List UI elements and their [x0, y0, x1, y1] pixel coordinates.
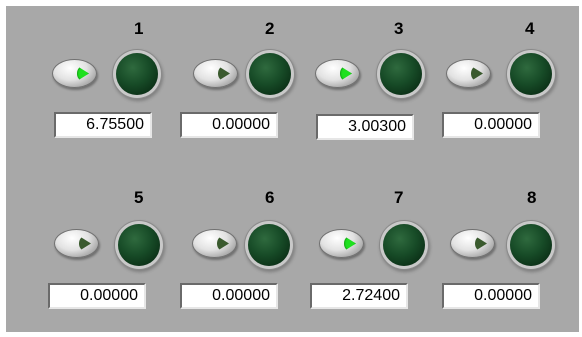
channel-4-value-field[interactable]: 0.00000 — [442, 112, 540, 138]
toggle-indicator-icon — [79, 236, 91, 251]
channel-1: 1 6.75500 — [46, 19, 176, 138]
channel-7-value-field[interactable]: 2.72400 — [310, 283, 408, 309]
channel-number-label: 4 — [525, 19, 535, 38]
channel-4-led-indicator — [510, 53, 552, 95]
channel-8-toggle-switch[interactable] — [450, 229, 495, 258]
toggle-indicator-icon — [471, 66, 483, 81]
channel-2-led-indicator — [249, 53, 291, 95]
channel-1-value-field[interactable]: 6.75500 — [54, 112, 152, 138]
channel-number-label: 5 — [134, 188, 144, 207]
toggle-indicator-icon — [344, 236, 356, 251]
channel-8: 8 0.00000 — [436, 188, 566, 309]
channel-3-toggle-switch[interactable] — [315, 59, 360, 88]
toggle-indicator-icon — [77, 66, 89, 81]
channel-5: 5 0.00000 — [46, 188, 176, 309]
channel-6: 6 0.00000 — [178, 188, 308, 309]
channel-7-toggle-switch[interactable] — [319, 229, 364, 258]
channel-number-label: 7 — [394, 188, 404, 207]
channel-7-led-indicator — [383, 224, 425, 266]
channel-3: 3 3.00300 — [306, 19, 436, 140]
channel-number-label: 1 — [134, 19, 144, 38]
channel-1-toggle-switch[interactable] — [52, 59, 97, 88]
channel-3-led-indicator — [380, 53, 422, 95]
channel-7: 7 2.72400 — [306, 188, 436, 309]
channel-2-value-field[interactable]: 0.00000 — [180, 112, 278, 138]
channel-5-led-indicator — [118, 224, 160, 266]
channel-number-label: 2 — [265, 19, 275, 38]
toggle-indicator-icon — [340, 66, 352, 81]
channel-4-toggle-switch[interactable] — [446, 59, 491, 88]
channel-6-toggle-switch[interactable] — [192, 229, 237, 258]
channel-6-value-field[interactable]: 0.00000 — [180, 283, 278, 309]
channel-5-toggle-switch[interactable] — [54, 229, 99, 258]
channel-2: 2 0.00000 — [178, 19, 308, 138]
channel-number-label: 8 — [527, 188, 537, 207]
channel-number-label: 6 — [265, 188, 275, 207]
channel-6-led-indicator — [248, 224, 290, 266]
channel-2-toggle-switch[interactable] — [193, 59, 238, 88]
toggle-indicator-icon — [218, 66, 230, 81]
channel-number-label: 3 — [394, 19, 404, 38]
toggle-indicator-icon — [217, 236, 229, 251]
channel-1-led-indicator — [116, 53, 158, 95]
channel-3-value-field[interactable]: 3.00300 — [316, 114, 414, 140]
channel-8-value-field[interactable]: 0.00000 — [442, 283, 540, 309]
channel-panel: 1 6.75500 2 0.00000 3 3.00300 4 0.00000 … — [6, 6, 579, 332]
channel-5-value-field[interactable]: 0.00000 — [48, 283, 146, 309]
channel-4: 4 0.00000 — [436, 19, 566, 138]
channel-8-led-indicator — [510, 224, 552, 266]
toggle-indicator-icon — [475, 236, 487, 251]
